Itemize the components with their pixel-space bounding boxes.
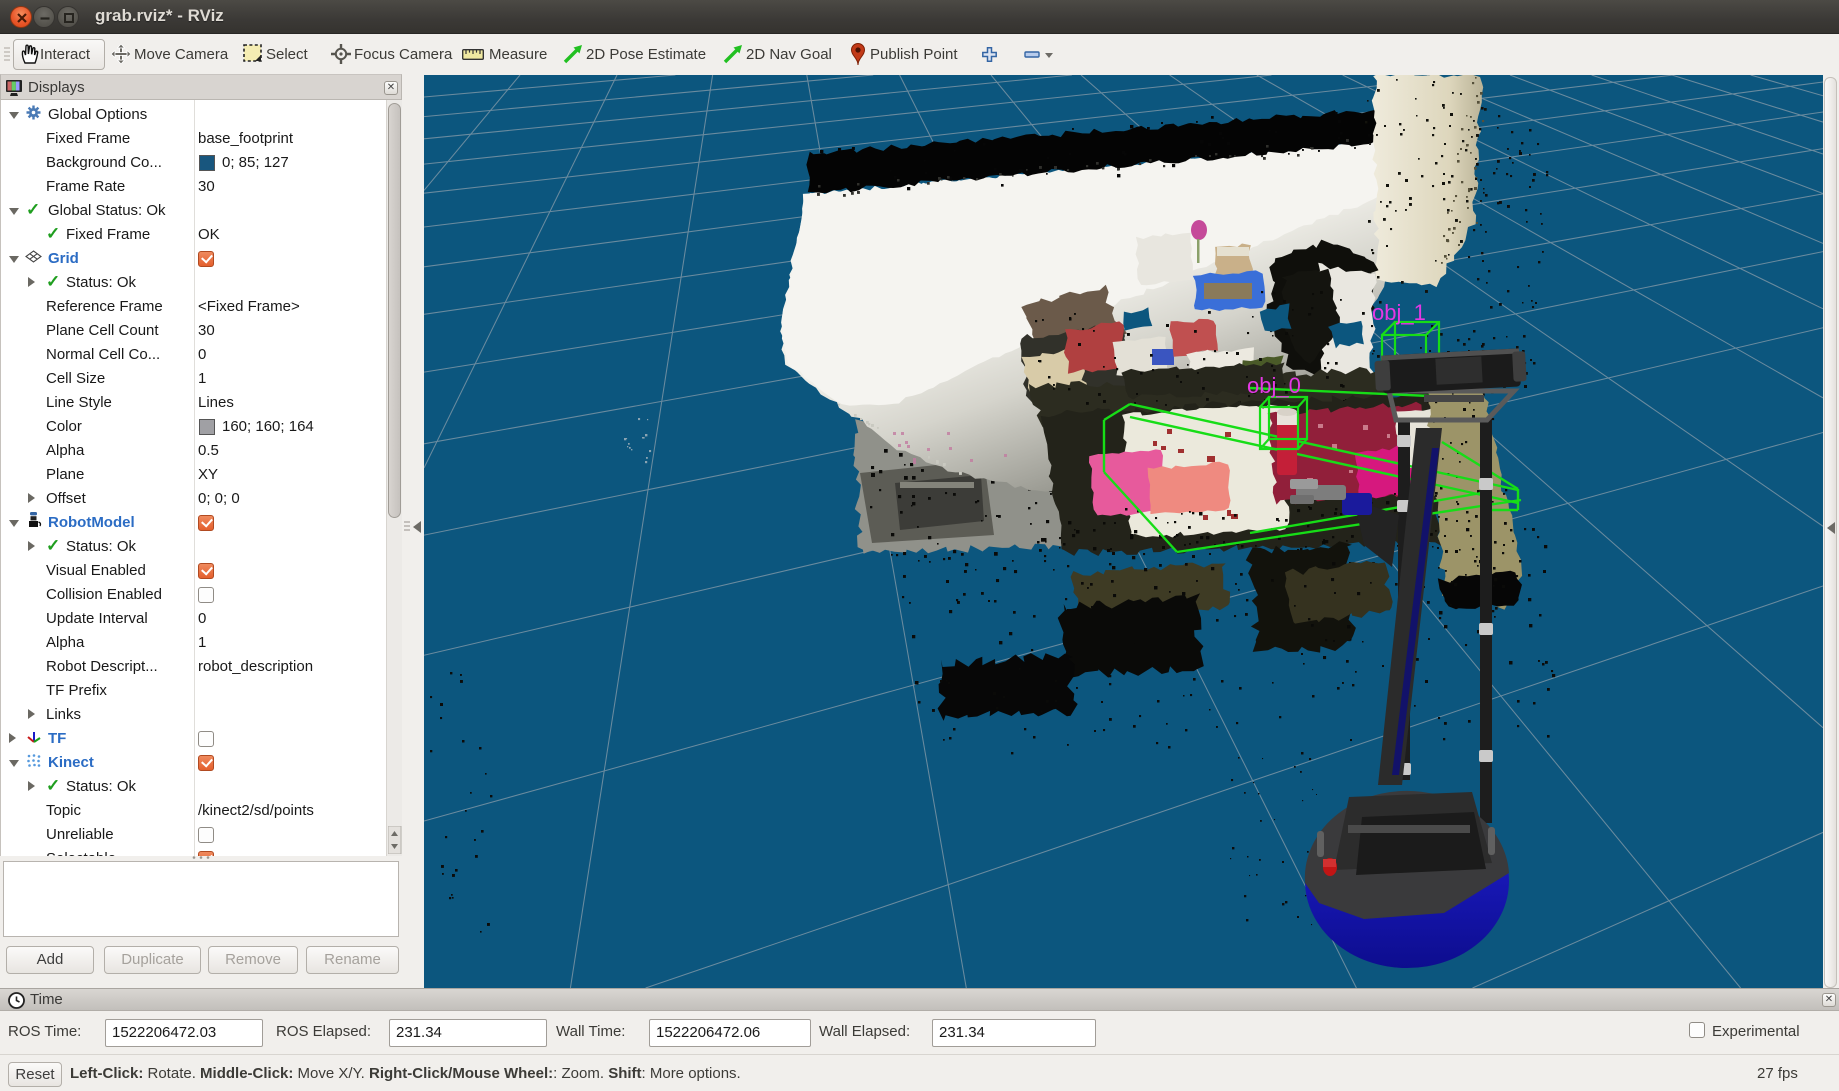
svg-text:obj_0: obj_0 [1247, 373, 1301, 398]
svg-text:obj_1: obj_1 [1372, 300, 1426, 325]
